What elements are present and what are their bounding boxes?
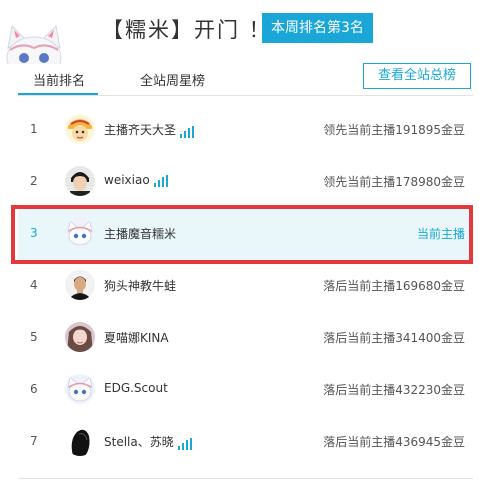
tabs-divider [18,95,473,96]
ranking-row[interactable]: 2 weixiao 领先当前主播178980金豆 [18,156,473,208]
ranking-row[interactable]: 4 狗头神教牛蛙 落后当前主播169680金豆 [18,260,473,312]
weekly-rank-badge: 本周排名第3名 [262,13,373,43]
anchor-name[interactable]: 狗头神教牛蛙 [104,277,176,294]
tab-bar: 当前排名 全站周星榜 查看全站总榜 [0,58,479,96]
gold-bean-gap: 领先当前主播191895金豆 [323,123,465,137]
rank-number: 6 [30,382,38,396]
anchor-name[interactable]: 主播齐天大圣 [104,121,196,138]
gold-bean-gap: 落后当前主播432230金豆 [323,383,465,397]
gold-bean-gap: 领先当前主播178980金豆 [323,175,465,189]
gold-bean-gap: 落后当前主播436945金豆 [323,435,465,449]
anchor-name[interactable]: 夏喵娜KINA [104,329,169,346]
tab-weekly-star-list[interactable]: 全站周星榜 [140,70,205,89]
tab-current-ranking[interactable]: 当前排名 [33,70,85,89]
signal-strength-icon [153,175,170,187]
signal-strength-icon [177,438,194,450]
signal-strength-icon [180,126,196,138]
silhouette-avatar-icon[interactable] [65,426,95,456]
boy-avatar-icon[interactable] [65,166,95,196]
ranking-row[interactable]: 6 EDG.Scout 落后当前主播432230金豆 [18,364,473,416]
girl-avatar-icon[interactable] [65,322,95,352]
current-anchor-highlight-frame [11,205,473,264]
monkey-king-avatar-icon[interactable] [65,114,95,144]
cat-mascot-avatar-icon[interactable] [65,374,95,404]
cat-mascot-icon [2,14,66,64]
view-all-ranking-button[interactable]: 查看全站总榜 [363,63,471,89]
header: 【糯米】开门 ！ 本周排名第3名 [0,0,479,64]
ranking-row[interactable]: 1 主播齐天大圣 领先当前主播191895金豆 [18,104,473,156]
gold-bean-gap: 落后当前主播341400金豆 [323,331,465,345]
anchor-name[interactable]: EDG.Scout [104,381,168,395]
page-title: 【糯米】开门 ！ [102,18,272,42]
ranking-row[interactable]: 7 Stella、苏晓 落后当前主播436945金豆 [18,416,473,468]
rank-number: 1 [30,122,38,136]
rank-number: 4 [30,278,38,292]
anchor-name[interactable]: weixiao [104,173,170,187]
gold-bean-gap: 落后当前主播169680金豆 [323,279,465,293]
rank-number: 5 [30,330,38,344]
ranking-row[interactable]: 5 夏喵娜KINA 落后当前主播341400金豆 [18,312,473,364]
anchor-name[interactable]: Stella、苏晓 [104,433,194,450]
man-avatar-icon[interactable] [65,270,95,300]
rank-number: 2 [30,174,38,188]
rank-number: 7 [30,434,38,448]
list-bottom-divider [18,478,473,479]
